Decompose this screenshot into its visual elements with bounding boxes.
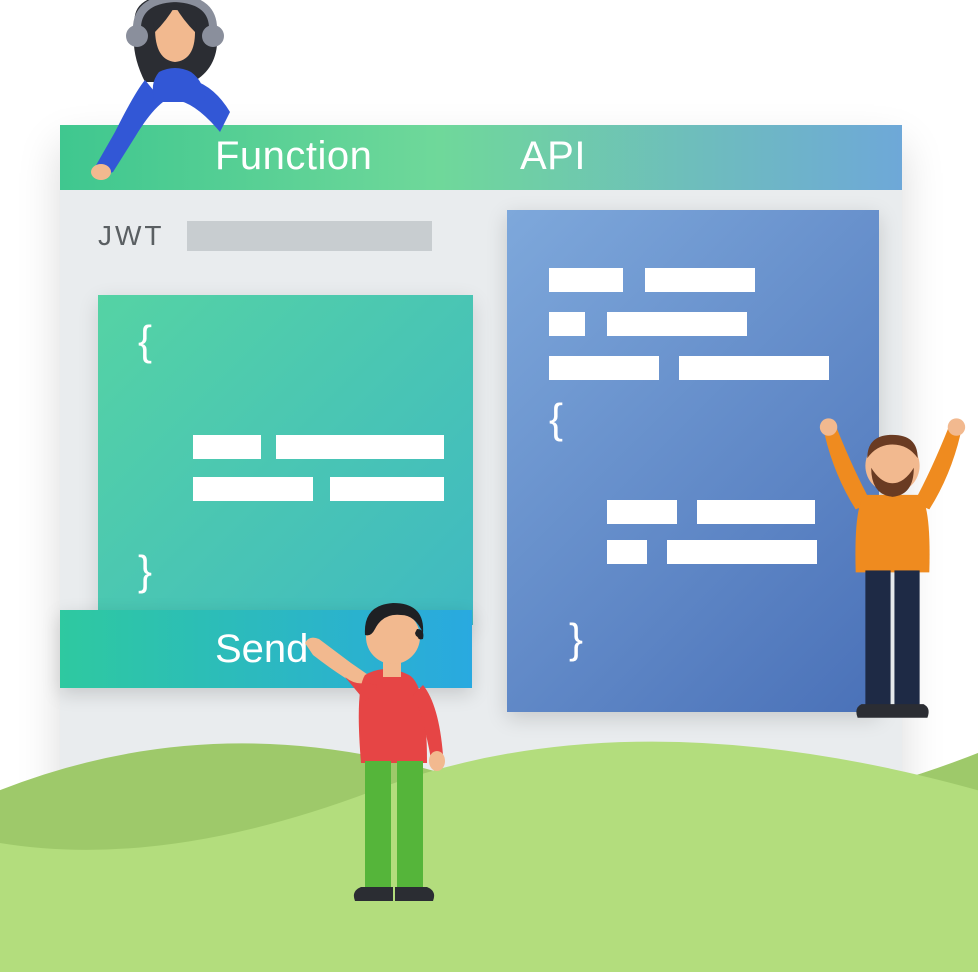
code-placeholder-bar [607, 312, 747, 336]
code-placeholder-bar [607, 540, 647, 564]
code-placeholder-bar [667, 540, 817, 564]
person-illustration-middle [305, 585, 475, 915]
person-illustration-top [75, 0, 285, 192]
tab-api[interactable]: API [520, 134, 586, 179]
brace-close-icon: } [138, 547, 152, 595]
code-placeholder-bar [193, 477, 313, 501]
jwt-row: JWT [98, 220, 432, 252]
jwt-label: JWT [98, 220, 165, 252]
code-placeholder-bar [193, 435, 261, 459]
code-placeholder-bar [645, 268, 755, 292]
jwt-input[interactable] [187, 221, 432, 251]
code-placeholder-bar [549, 268, 623, 292]
hill-foreground [0, 692, 978, 972]
function-code-panel[interactable]: { } [98, 295, 473, 625]
code-placeholder-bar [330, 477, 444, 501]
code-placeholder-bar [549, 356, 659, 380]
brace-open-icon: { [549, 395, 563, 443]
code-placeholder-bar [679, 356, 829, 380]
code-placeholder-bar [607, 500, 677, 524]
brace-open-icon: { [138, 317, 152, 365]
code-placeholder-bar [276, 435, 444, 459]
code-placeholder-bar [697, 500, 815, 524]
code-placeholder-bar [549, 312, 585, 336]
